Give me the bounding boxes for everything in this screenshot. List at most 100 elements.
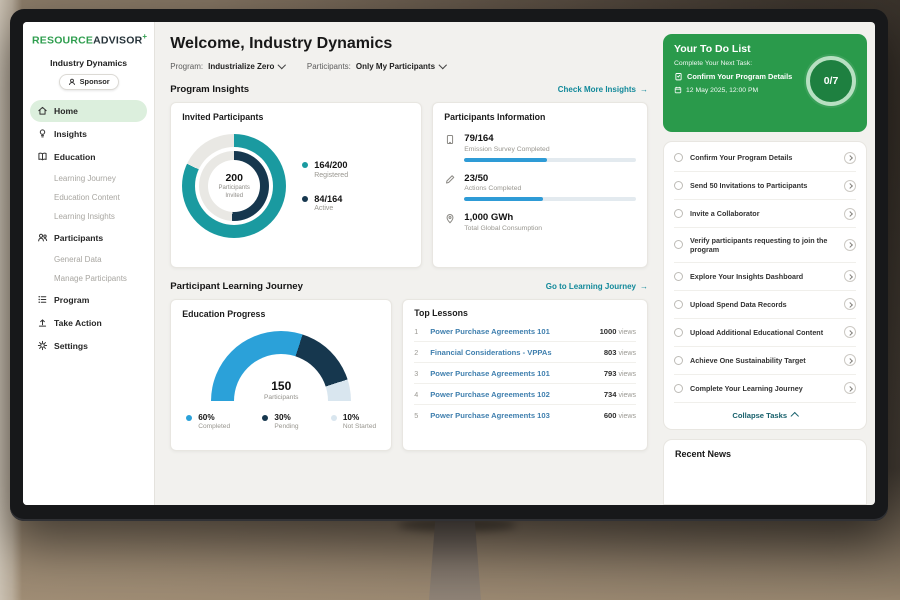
legend-item-pending: 30% Pending <box>262 413 298 430</box>
legend-label: Registered <box>314 172 348 179</box>
sidebar-item-learning-insights[interactable]: Learning Insights <box>30 207 147 226</box>
chevron-right-icon <box>847 243 853 249</box>
task-label: Invite a Collaborator <box>690 209 837 218</box>
education-gauge-chart: 150 Participants <box>211 331 351 401</box>
task-row-verify-participants[interactable]: Verify participants requesting to join t… <box>674 228 856 263</box>
list-icon <box>37 294 48 305</box>
donut-center-value: 200 <box>225 172 243 184</box>
sidebar-item-home[interactable]: Home <box>30 100 147 122</box>
task-row-complete-learning-journey[interactable]: Complete Your Learning Journey <box>674 375 856 403</box>
task-checkbox[interactable] <box>674 153 683 162</box>
task-open-button[interactable] <box>844 298 856 310</box>
go-to-learning-journey-link[interactable]: Go to Learning Journey → <box>546 282 648 291</box>
participants-filter: Participants: Only My Participants <box>307 62 446 71</box>
lightbulb-icon <box>37 128 48 139</box>
book-icon <box>37 151 48 162</box>
sidebar-item-education[interactable]: Education <box>30 146 147 168</box>
info-label: Actions Completed <box>464 185 636 192</box>
task-label: Send 50 Invitations to Participants <box>690 181 837 190</box>
task-label: Verify participants requesting to join t… <box>690 236 837 255</box>
invited-legend: 164/200 Registered 84/164 Active <box>302 160 348 212</box>
task-checkbox[interactable] <box>674 300 683 309</box>
check-more-insights-link[interactable]: Check More Insights → <box>558 85 648 94</box>
legend-dot-not-started <box>331 415 337 421</box>
task-row-upload-spend-data[interactable]: Upload Spend Data Records <box>674 291 856 319</box>
sidebar-item-insights[interactable]: Insights <box>30 123 147 145</box>
collapse-tasks-button[interactable]: Collapse Tasks <box>674 403 856 425</box>
sponsor-badge[interactable]: Sponsor <box>59 74 119 90</box>
sidebar-item-label: Home <box>54 106 78 116</box>
sidebar-item-general-data[interactable]: General Data <box>30 250 147 269</box>
participants-filter-dropdown[interactable]: Only My Participants <box>356 62 446 71</box>
arrow-right-icon: → <box>640 282 648 291</box>
program-filter: Program: Industrialize Zero <box>170 62 285 71</box>
task-open-button[interactable] <box>844 326 856 338</box>
lesson-link[interactable]: Power Purchase Agreements 103 <box>430 411 596 420</box>
program-insights-cards: Invited Participants 200 Partici <box>170 102 648 268</box>
task-row-explore-insights[interactable]: Explore Your Insights Dashboard <box>674 263 856 291</box>
sidebar-item-program[interactable]: Program <box>30 289 147 311</box>
task-checkbox[interactable] <box>674 209 683 218</box>
chevron-right-icon <box>847 274 853 280</box>
sidebar-item-manage-participants[interactable]: Manage Participants <box>30 269 147 288</box>
sidebar-item-learning-journey[interactable]: Learning Journey <box>30 169 147 188</box>
sidebar-item-take-action[interactable]: Take Action <box>30 312 147 334</box>
education-progress-card: Education Progress 150 Participants <box>170 299 392 451</box>
task-checkbox[interactable] <box>674 240 683 249</box>
task-checkbox[interactable] <box>674 384 683 393</box>
lesson-views: 734 <box>604 390 617 399</box>
sidebar-item-label: Participants <box>54 233 103 243</box>
recent-news-title: Recent News <box>675 449 855 459</box>
link-label: Check More Insights <box>558 85 636 94</box>
task-open-button[interactable] <box>844 208 856 220</box>
task-row-achieve-target[interactable]: Achieve One Sustainability Target <box>674 347 856 375</box>
views-suffix: views <box>618 371 636 378</box>
program-filter-dropdown[interactable]: Industrialize Zero <box>208 62 285 71</box>
task-row-upload-educational-content[interactable]: Upload Additional Educational Content <box>674 319 856 347</box>
monitor-bezel: RESOURCEADVISOR+ Industry Dynamics Spons… <box>10 9 888 521</box>
task-open-button[interactable] <box>844 239 856 251</box>
lesson-row: 5 Power Purchase Agreements 103 600views <box>414 405 636 425</box>
chevron-right-icon <box>847 330 853 336</box>
task-checkbox[interactable] <box>674 328 683 337</box>
sponsor-icon <box>68 78 76 86</box>
desk-scene: RESOURCEADVISOR+ Industry Dynamics Spons… <box>0 0 900 600</box>
lesson-link[interactable]: Financial Considerations - VPPAs <box>430 348 596 357</box>
chevron-up-icon <box>791 412 799 420</box>
lesson-views: 1000 <box>600 327 617 336</box>
program-insights-header: Program Insights Check More Insights → <box>170 84 648 95</box>
arrow-right-icon: → <box>640 85 648 94</box>
invited-donut-chart: 200 Participants Invited <box>182 134 286 238</box>
task-checkbox[interactable] <box>674 181 683 190</box>
chevron-right-icon <box>847 211 853 217</box>
filter-bar: Program: Industrialize Zero Participants… <box>170 62 648 71</box>
views-suffix: views <box>618 413 636 420</box>
learning-journey-header: Participant Learning Journey Go to Learn… <box>170 281 648 292</box>
task-open-button[interactable] <box>844 180 856 192</box>
recent-news-card: Recent News <box>663 439 867 505</box>
participants-filter-label: Participants: <box>307 62 351 71</box>
task-checkbox[interactable] <box>674 356 683 365</box>
task-checkbox[interactable] <box>674 272 683 281</box>
sidebar: RESOURCEADVISOR+ Industry Dynamics Spons… <box>23 22 155 505</box>
lesson-row: 2 Financial Considerations - VPPAs 803vi… <box>414 342 636 363</box>
task-open-button[interactable] <box>844 382 856 394</box>
chevron-right-icon <box>847 302 853 308</box>
sidebar-item-participants[interactable]: Participants <box>30 227 147 249</box>
gauge-legend: 60% Completed 30% Pending <box>182 413 380 430</box>
todo-progress-ring: 0/7 <box>806 56 856 106</box>
page-title: Welcome, Industry Dynamics <box>170 35 648 53</box>
lesson-link[interactable]: Power Purchase Agreements 101 <box>430 327 591 336</box>
task-open-button[interactable] <box>844 270 856 282</box>
task-row-invite-collaborator[interactable]: Invite a Collaborator <box>674 200 856 228</box>
task-row-send-invitations[interactable]: Send 50 Invitations to Participants <box>674 172 856 200</box>
lesson-link[interactable]: Power Purchase Agreements 102 <box>430 390 596 399</box>
sidebar-item-settings[interactable]: Settings <box>30 335 147 357</box>
task-row-confirm-program[interactable]: Confirm Your Program Details <box>674 144 856 172</box>
task-open-button[interactable] <box>844 152 856 164</box>
clipboard-icon <box>674 72 683 81</box>
lesson-link[interactable]: Power Purchase Agreements 101 <box>430 369 596 378</box>
task-open-button[interactable] <box>844 354 856 366</box>
card-title: Invited Participants <box>182 112 410 122</box>
sidebar-item-education-content[interactable]: Education Content <box>30 188 147 207</box>
